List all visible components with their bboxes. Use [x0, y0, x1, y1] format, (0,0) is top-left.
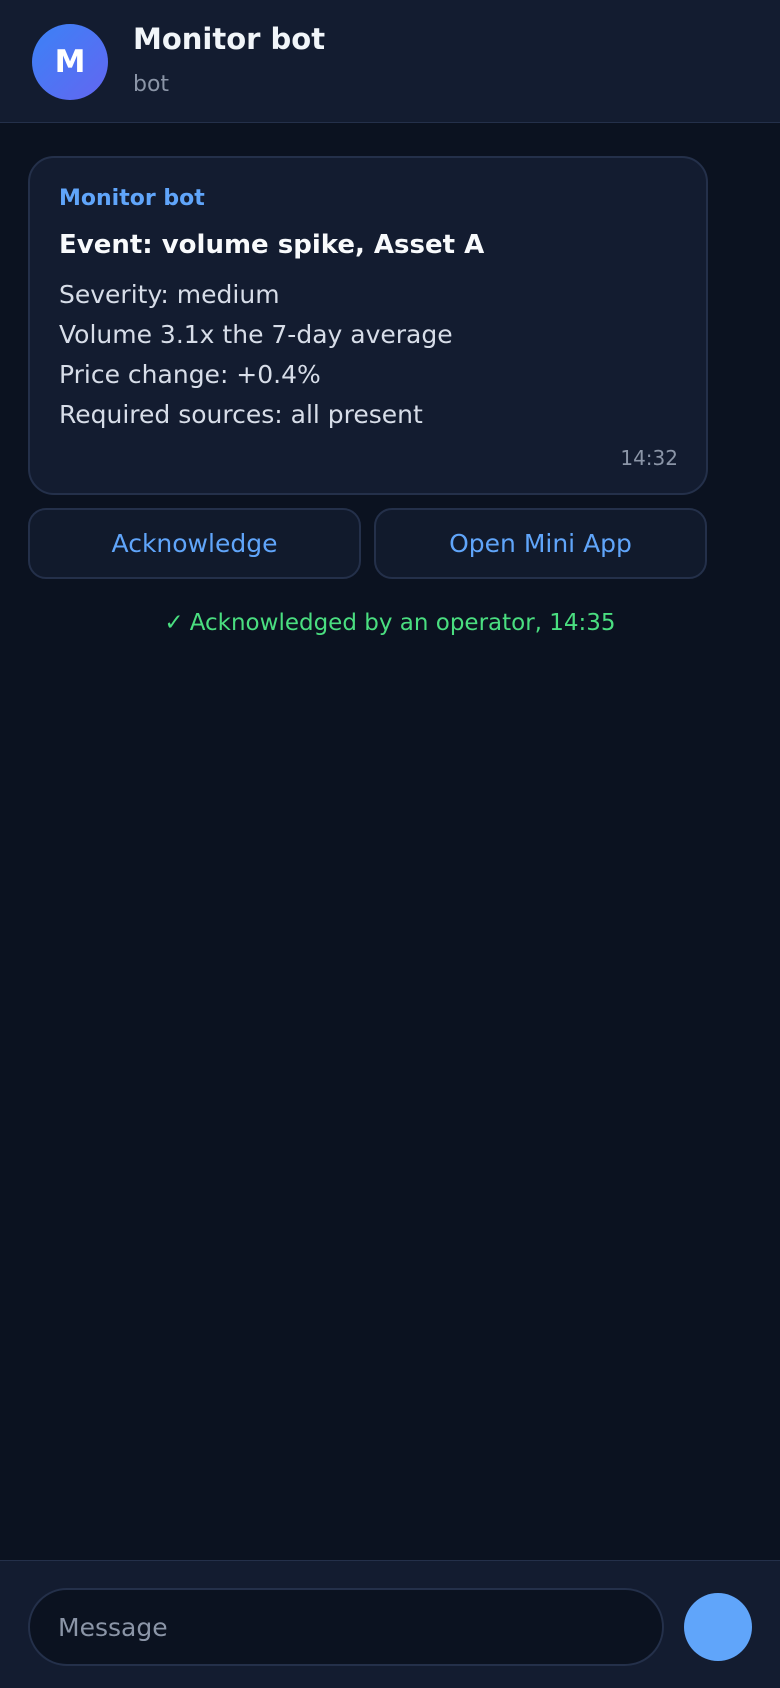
message-composer: [0, 1560, 780, 1688]
chat-subtitle: bot: [133, 72, 170, 97]
sources-line: Required sources: all present: [59, 400, 423, 429]
check-icon: ✓: [164, 610, 184, 636]
chat-header: M Monitor bot bot: [0, 0, 780, 123]
price-change-line: Price change: +0.4%: [59, 360, 321, 389]
severity-line: Severity: medium: [59, 280, 280, 309]
avatar[interactable]: M: [32, 24, 108, 100]
acknowledged-text: Acknowledged by an operator, 14:35: [189, 610, 616, 636]
event-title: Event: volume spike, Asset A: [59, 230, 485, 260]
acknowledged-status: ✓ Acknowledged by an operator, 14:35: [0, 610, 780, 636]
acknowledge-button[interactable]: Acknowledge: [28, 508, 361, 579]
volume-line: Volume 3.1x the 7-day average: [59, 320, 453, 349]
chat-title[interactable]: Monitor bot: [133, 22, 325, 56]
message-sender: Monitor bot: [59, 186, 205, 211]
open-mini-app-button[interactable]: Open Mini App: [374, 508, 707, 579]
message-input[interactable]: [28, 1588, 664, 1666]
bot-message-card: Monitor bot Event: volume spike, Asset A…: [28, 156, 708, 495]
message-timestamp: 14:32: [620, 446, 678, 470]
send-button[interactable]: [684, 1593, 752, 1661]
